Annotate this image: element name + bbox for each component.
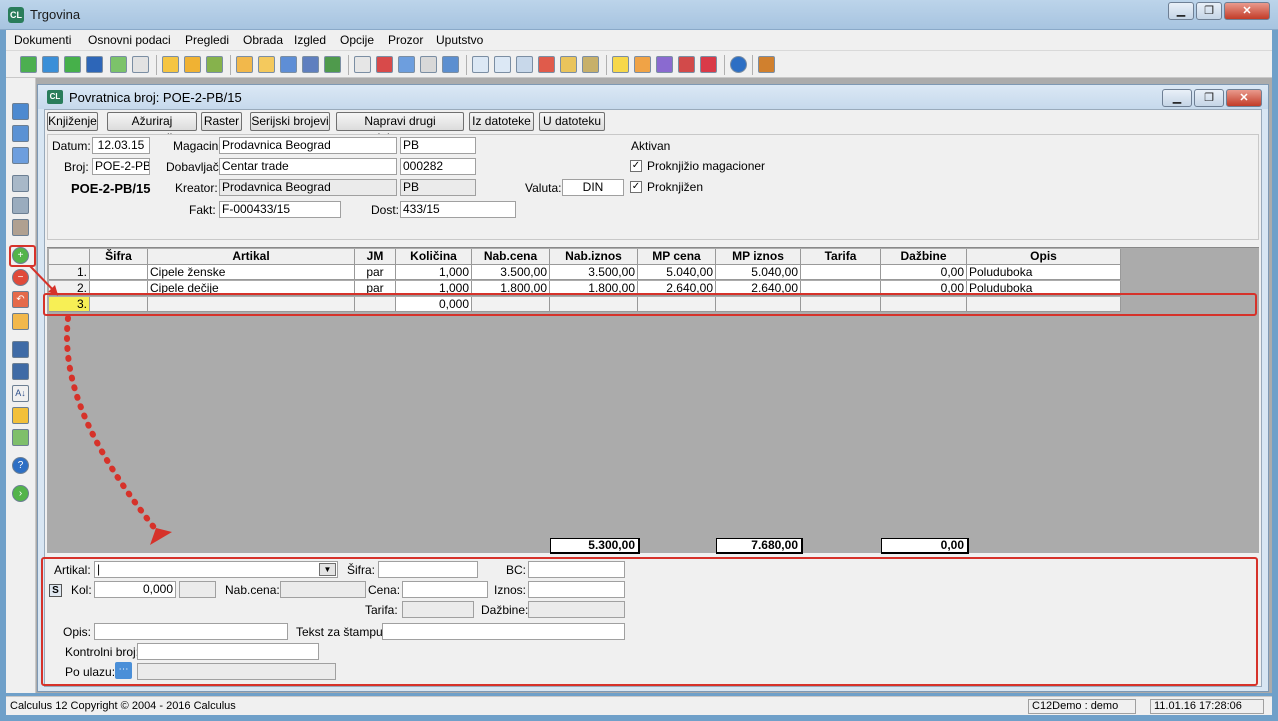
annotation-arrows <box>29 265 172 545</box>
user-status: C12Demo : demo <box>1028 699 1136 714</box>
dotted-arrow-path <box>64 315 163 538</box>
dotted-arrow-head <box>150 528 172 545</box>
datetime-status: 11.01.16 17:28:06 <box>1150 699 1264 714</box>
copyright-text: Calculus 12 Copyright © 2004 - 2016 Calc… <box>10 700 236 712</box>
status-bar: Calculus 12 Copyright © 2004 - 2016 Calc… <box>6 696 1272 715</box>
